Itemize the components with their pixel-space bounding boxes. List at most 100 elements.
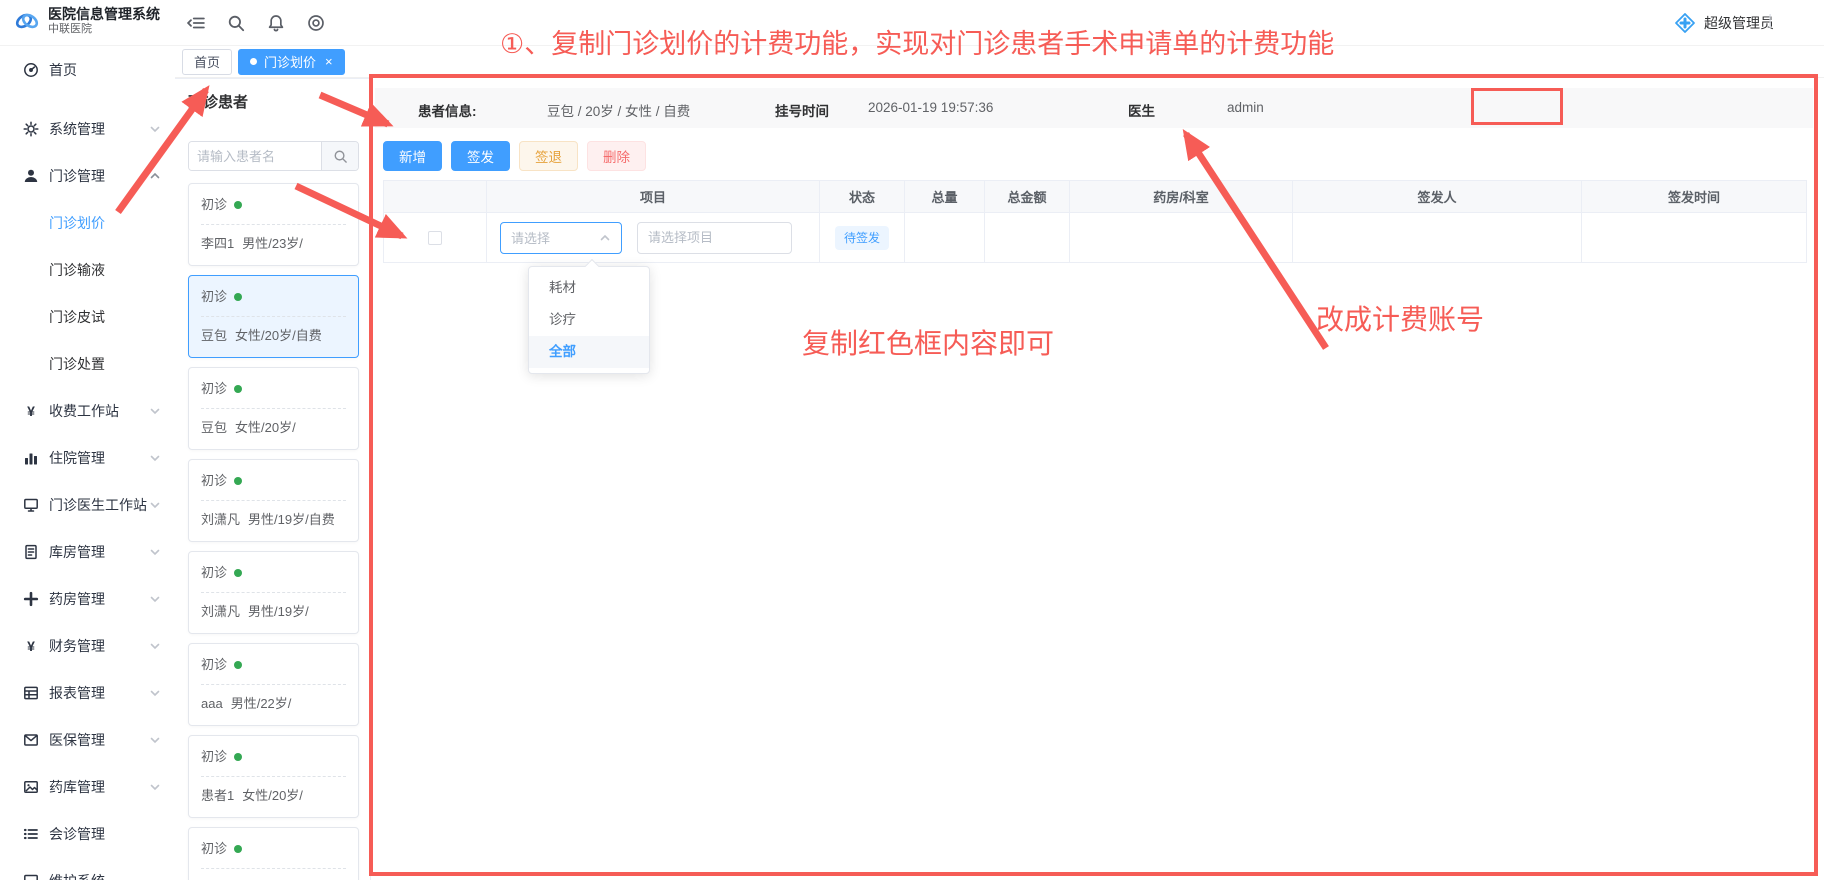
sidebar-item[interactable]: 药库管理 — [0, 763, 175, 810]
sidebar-item-label: 药房管理 — [49, 589, 149, 609]
add-button[interactable]: 新增 — [383, 141, 442, 171]
patient-desc: 女性/20岁/自费 — [235, 328, 322, 343]
close-icon[interactable]: × — [325, 55, 333, 68]
sidebar-item[interactable]: 系统管理 — [0, 105, 175, 152]
sidebar-item[interactable]: 医保管理 — [0, 716, 175, 763]
chevron-down-icon — [149, 546, 161, 558]
sidebar-item[interactable]: ¥ 收费工作站 — [0, 387, 175, 434]
user-icon — [22, 167, 39, 184]
patient-name: 李四1 — [201, 236, 234, 251]
divider — [201, 224, 346, 225]
dropdown-option[interactable]: 耗材 — [529, 272, 649, 304]
column-header: 总量 — [905, 181, 985, 213]
top-header: 医院信息管理系统 中联医院 超级管理员 | — [0, 0, 1824, 46]
registration-time-label: 挂号时间 — [775, 100, 829, 120]
sidebar-item-label: 财务管理 — [49, 636, 149, 656]
column-header: 签发时间 — [1582, 181, 1807, 213]
patient-card[interactable]: 初诊 刘潇凡男性/19岁/自费 — [188, 459, 359, 542]
divider — [201, 684, 346, 685]
dropdown-option[interactable]: 诊疗 — [529, 304, 649, 336]
status-badge: 待签发 — [835, 226, 889, 250]
chevron-down-icon — [149, 593, 161, 605]
active-dot-icon — [250, 58, 257, 65]
svg-text:¥: ¥ — [27, 638, 35, 654]
yen-icon: ¥ — [22, 637, 39, 654]
column-header — [383, 181, 487, 213]
patient-card[interactable]: 初诊 豆包女性/20岁/ — [188, 367, 359, 450]
sidebar-item[interactable]: 住院管理 — [0, 434, 175, 481]
visit-type-label: 初诊 — [201, 564, 227, 582]
app-title: 医院信息管理系统 — [48, 6, 160, 23]
dropdown-option[interactable]: 全部 — [529, 336, 649, 368]
sidebar-item[interactable]: 库房管理 — [0, 528, 175, 575]
divider — [201, 408, 346, 409]
registration-time-value: 2026-01-19 19:57:36 — [868, 100, 993, 115]
delete-button[interactable]: 删除 — [587, 141, 646, 171]
doctor-value: admin — [1227, 100, 1264, 115]
sidebar-item[interactable]: ¥ 财务管理 — [0, 622, 175, 669]
patient-search-input[interactable] — [189, 142, 321, 170]
chevron-down-icon — [149, 781, 161, 793]
patient-panel-title: 现诊患者 — [188, 93, 359, 113]
sidebar-item-label: 系统管理 — [49, 119, 149, 139]
issue-button[interactable]: 签发 — [451, 141, 510, 171]
medical-cross-icon — [1674, 12, 1696, 34]
sidebar-item-label: 门诊处置 — [49, 354, 161, 374]
hospital-information-system: 医院信息管理系统 中联医院 超级管理员 | — [0, 0, 1824, 880]
patient-name: 刘潇凡 — [201, 512, 240, 527]
item-input[interactable] — [637, 222, 792, 254]
envelope-icon — [22, 731, 39, 748]
settings-icon[interactable] — [306, 13, 326, 33]
sidebar-item[interactable]: 门诊皮试 — [0, 293, 175, 340]
sidebar-item-label: 会诊管理 — [49, 824, 161, 844]
patient-name: 豆包 — [201, 420, 227, 435]
chevron-down-icon — [149, 687, 161, 699]
search-icon[interactable] — [226, 13, 246, 33]
patient-search-button[interactable] — [321, 142, 358, 170]
sidebar-item[interactable]: 维护系统 — [0, 857, 175, 880]
collapse-menu-icon[interactable] — [186, 13, 206, 33]
patient-info-label: 患者信息: — [418, 100, 477, 120]
patient-card[interactable]: 初诊 豆包女性/20岁/自费 — [188, 275, 359, 358]
status-dot-icon — [234, 385, 242, 393]
divider — [201, 776, 346, 777]
column-header: 总金额 — [985, 181, 1070, 213]
divider — [201, 868, 346, 869]
sidebar-item-label: 药库管理 — [49, 777, 149, 797]
column-header: 签发人 — [1293, 181, 1582, 213]
row-checkbox[interactable] — [428, 231, 442, 245]
sidebar-item[interactable]: 门诊输液 — [0, 246, 175, 293]
sidebar-item[interactable]: 门诊医生工作站 — [0, 481, 175, 528]
patient-card[interactable]: 初诊 aaa男性/22岁/ — [188, 643, 359, 726]
sidebar-item[interactable]: 门诊划价 — [0, 199, 175, 246]
patient-desc: 女性/20岁/ — [242, 788, 303, 803]
sidebar-item-label: 住院管理 — [49, 448, 149, 468]
sidebar-item[interactable]: 首页 — [0, 46, 175, 93]
header-toolbar — [186, 0, 326, 46]
chevron-down-icon — [149, 452, 161, 464]
patient-card[interactable]: 初诊 患者1女性/20岁/ — [188, 735, 359, 818]
sidebar-item[interactable]: 报表管理 — [0, 669, 175, 716]
patient-card[interactable]: 初诊 — [188, 827, 359, 880]
sidebar-item[interactable]: 药房管理 — [0, 575, 175, 622]
patient-name: aaa — [201, 696, 223, 711]
patient-card[interactable]: 初诊 李四1男性/23岁/ — [188, 183, 359, 266]
monitor-icon — [22, 872, 39, 880]
bell-icon[interactable] — [266, 13, 286, 33]
gear-icon — [22, 120, 39, 137]
chevron-down-icon — [149, 405, 161, 417]
sidebar-item-label: 门诊输液 — [49, 260, 161, 280]
sidebar-item[interactable]: 门诊处置 — [0, 340, 175, 387]
tab-outpatient-pricing[interactable]: 门诊划价 × — [238, 49, 345, 75]
category-select[interactable]: 请选择 — [500, 222, 622, 254]
sidebar-item[interactable]: 门诊管理 — [0, 152, 175, 199]
tab-home[interactable]: 首页 — [182, 49, 232, 75]
patient-card[interactable]: 初诊 刘潇凡男性/19岁/ — [188, 551, 359, 634]
user-menu[interactable]: 超级管理员 — [1674, 0, 1774, 46]
sidebar-item-label: 维护系统 — [49, 871, 161, 880]
status-dot-icon — [234, 753, 242, 761]
patient-search — [188, 141, 359, 171]
divider — [201, 592, 346, 593]
sidebar-item[interactable]: 会诊管理 — [0, 810, 175, 857]
checkout-button[interactable]: 签退 — [519, 141, 578, 171]
